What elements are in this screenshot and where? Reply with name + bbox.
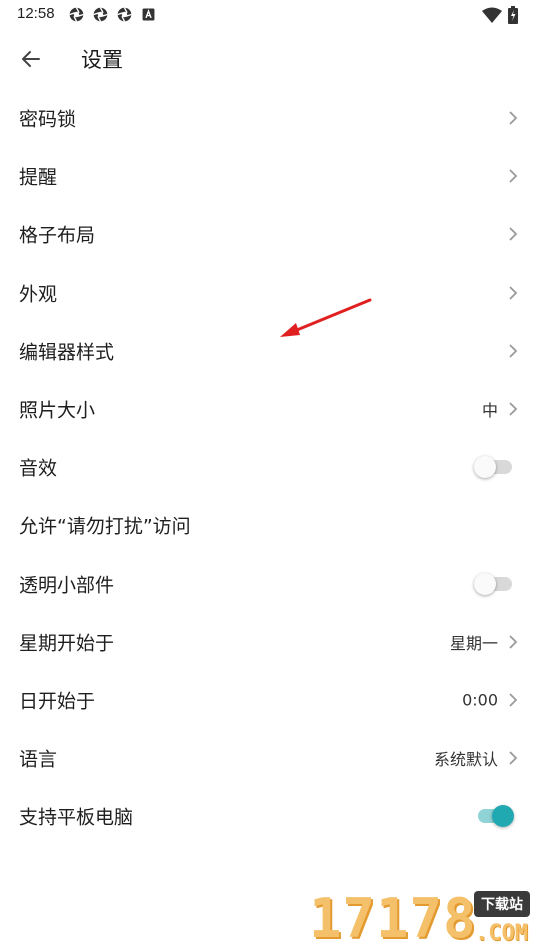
setting-label: 照片大小 [19, 399, 96, 422]
setting-value: 中 [481, 401, 498, 421]
setting-value: 0:00 [462, 690, 498, 710]
setting-row-sound-effects[interactable]: 音效 [0, 438, 534, 496]
chevron-right-icon [509, 693, 518, 707]
setting-row-editor-style[interactable]: 编辑器样式 [0, 322, 534, 380]
setting-row-reminder[interactable]: 提醒 [0, 147, 534, 205]
setting-row-photo-size[interactable]: 照片大小 中 [0, 380, 534, 438]
settings-list: 密码锁 提醒 格子布局 外观 编辑器样式 照片大小 中 音效 允许“请勿打扰”访… [0, 89, 534, 845]
a-box-icon [142, 8, 155, 21]
setting-row-appearance[interactable]: 外观 [0, 264, 534, 322]
setting-row-dnd-access[interactable]: 允许“请勿打扰”访问 [0, 496, 534, 554]
setting-label: 密码锁 [19, 108, 77, 131]
setting-label: 音效 [19, 457, 58, 480]
chevron-right-icon [509, 169, 518, 183]
setting-label: 支持平板电脑 [19, 806, 134, 829]
chevron-right-icon [509, 635, 518, 649]
page-title: 设置 [81, 48, 123, 72]
setting-label: 提醒 [19, 166, 58, 189]
setting-value: 星期一 [449, 633, 498, 653]
setting-label: 外观 [19, 283, 58, 306]
battery-charging-icon [508, 6, 518, 24]
setting-label: 语言 [19, 748, 58, 771]
setting-row-grid-layout[interactable]: 格子布局 [0, 205, 534, 263]
status-notification-icons [68, 6, 157, 23]
watermark-domain: .COM [475, 921, 528, 946]
aperture-icon [69, 7, 84, 22]
transparent-widget-toggle[interactable] [474, 572, 514, 596]
setting-row-day-start[interactable]: 日开始于 0:00 [0, 671, 534, 729]
setting-label: 星期开始于 [19, 632, 115, 655]
setting-label: 日开始于 [19, 690, 96, 713]
status-bar: 12:58 [0, 0, 534, 30]
toggle-thumb [474, 572, 496, 595]
watermark-badge: 下载站 [474, 891, 530, 917]
chevron-right-icon [509, 227, 518, 242]
site-watermark: 17178 下载站 .COM [305, 885, 534, 950]
sound-effects-toggle[interactable] [474, 455, 514, 479]
annotation-arrow-icon [280, 298, 372, 337]
setting-row-week-start[interactable]: 星期开始于 星期一 [0, 613, 534, 671]
setting-label: 编辑器样式 [19, 341, 115, 364]
toggle-thumb [492, 805, 514, 828]
setting-label: 透明小部件 [19, 574, 115, 597]
setting-row-tablet-support[interactable]: 支持平板电脑 [0, 787, 534, 845]
chevron-right-icon [509, 751, 518, 765]
status-time: 12:58 [17, 5, 55, 22]
watermark-digits: 17178 [309, 887, 477, 950]
setting-label: 格子布局 [19, 224, 96, 247]
setting-row-language[interactable]: 语言 系统默认 [0, 729, 534, 787]
aperture-icon [117, 7, 132, 22]
status-system-icons [482, 6, 518, 24]
setting-row-password-lock[interactable]: 密码锁 [0, 89, 534, 147]
setting-row-transparent-widget[interactable]: 透明小部件 [0, 555, 534, 613]
chevron-right-icon [509, 402, 518, 416]
toggle-thumb [474, 456, 496, 479]
back-button[interactable] [14, 42, 48, 76]
setting-value: 系统默认 [433, 750, 498, 770]
chevron-right-icon [509, 344, 518, 358]
chevron-right-icon [509, 111, 518, 125]
arrow-left-icon [22, 51, 40, 67]
setting-label: 允许“请勿打扰”访问 [19, 515, 191, 538]
aperture-icon [93, 7, 108, 22]
wifi-icon [482, 7, 502, 23]
app-bar: 设置 [0, 30, 534, 86]
tablet-support-toggle[interactable] [474, 804, 514, 828]
chevron-right-icon [509, 286, 518, 300]
